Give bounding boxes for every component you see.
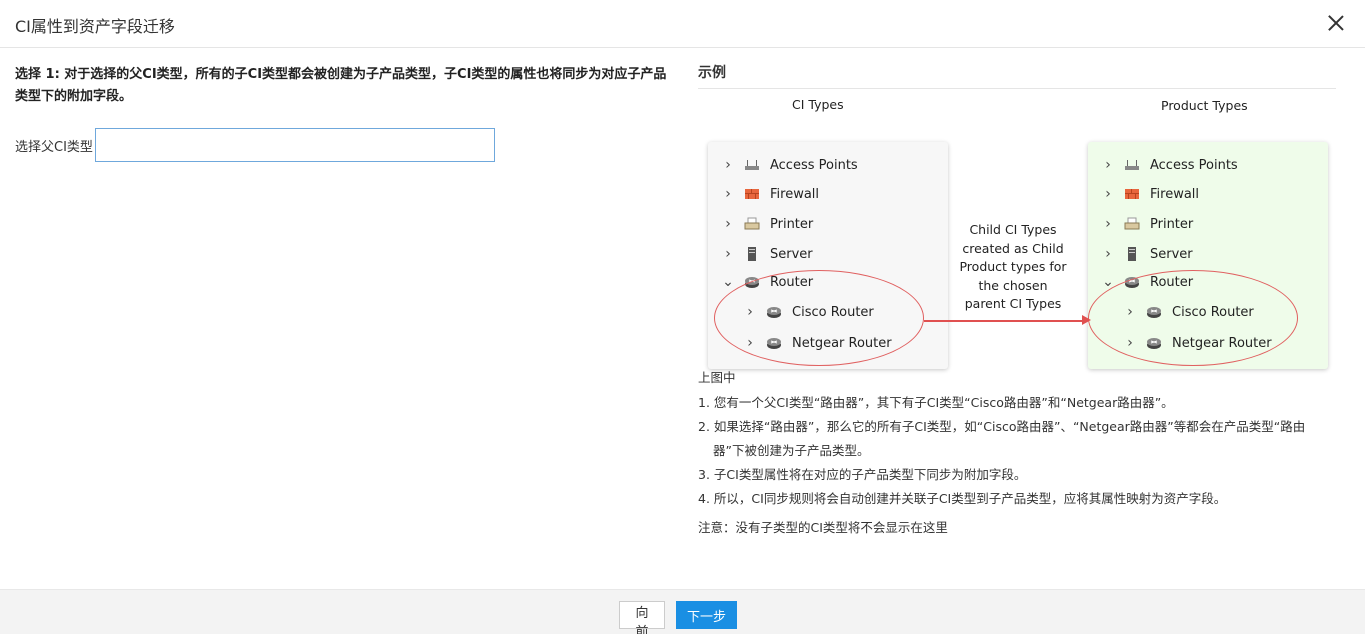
dialog-header: CI属性到资产字段迁移 [0,0,1365,48]
chevron-right-icon[interactable]: › [1102,157,1114,173]
product-tree-label: Firewall [1150,186,1200,202]
example-notes: 上图中 1. 您有一个父CI类型“路由器”，其下有子CI类型“Cisco路由器”… [698,369,1328,537]
dialog-footer: 向前 下一步 [0,589,1365,634]
example-diagram: CI Types Product Types › Access Points › Fi… [698,89,1336,374]
access-point-icon [1124,158,1140,172]
notes-item: 4. 所以，CI同步规则将会自动创建并关联子CI类型到子产品类型，应将其属性映射… [698,491,1227,506]
product-types-label: Product Types [1161,98,1248,113]
chevron-right-icon[interactable]: › [1102,216,1114,232]
mapping-caption: Child CI Types created as Child Product … [959,222,1067,311]
parent-ci-label: 选择父CI类型 [15,139,93,155]
chevron-right-icon[interactable]: › [722,246,734,262]
prev-button[interactable]: 向前 [619,601,665,634]
arrow-right-icon [1082,315,1091,325]
ci-tree-item[interactable]: › Printer [722,213,813,235]
migration-dialog: CI属性到资产字段迁移 选择 1: 对于选择的父CI类型，所有的子CI类型都会被… [0,0,1365,634]
ci-highlight-ellipse [714,270,924,366]
product-tree-label: Access Points [1150,157,1238,173]
server-icon [744,247,760,261]
chevron-right-icon[interactable]: › [1102,186,1114,202]
parent-ci-input[interactable] [95,128,495,162]
notes-heading: 上图中 [698,370,736,385]
chevron-right-icon[interactable]: › [1102,246,1114,262]
product-tree-item[interactable]: › Printer [1102,213,1193,235]
ci-types-label: CI Types [792,97,844,112]
ci-tree-item[interactable]: › Firewall [722,183,819,205]
notes-notice: 注意：没有子类型的CI类型将不会显示在这里 [698,520,948,535]
notes-item: 2. 如果选择“路由器”，那么它的所有子CI类型，如“Cisco路由器”、“Ne… [698,419,1306,458]
product-tree-label: Server [1150,246,1193,262]
chevron-down-icon[interactable]: ⌄ [722,274,734,290]
notes-item: 1. 您有一个父CI类型“路由器”，其下有子CI类型“Cisco路由器”和“Ne… [698,395,1174,410]
step-panel: 选择 1: 对于选择的父CI类型，所有的子CI类型都会被创建为子产品类型，子CI… [15,64,675,162]
example-panel: 示例 CI Types Product Types › Access Points… [698,62,1336,374]
notes-list: 1. 您有一个父CI类型“路由器”，其下有子CI类型“Cisco路由器”和“Ne… [698,391,1328,511]
next-button[interactable]: 下一步 [676,601,737,629]
product-tree-item[interactable]: › Access Points [1102,154,1238,176]
ci-tree-item[interactable]: › Server [722,243,813,265]
notes-item: 3. 子CI类型属性将在对应的子产品类型下同步为附加字段。 [698,467,1027,482]
ci-tree-label: Access Points [770,157,858,173]
chevron-right-icon[interactable]: › [722,216,734,232]
step-description: 选择 1: 对于选择的父CI类型，所有的子CI类型都会被创建为子产品类型，子CI… [15,67,667,104]
ci-tree-label: Firewall [770,186,820,202]
firewall-icon [1124,187,1140,201]
server-icon [1124,247,1140,261]
product-tree-label: Printer [1150,216,1194,232]
example-title: 示例 [698,62,1336,89]
printer-icon [1124,217,1140,231]
ci-tree-item[interactable]: › Access Points [722,154,858,176]
mapping-arrow-line [924,320,1084,322]
product-highlight-ellipse [1088,270,1298,366]
product-tree-item[interactable]: › Firewall [1102,183,1199,205]
chevron-right-icon[interactable]: › [722,157,734,173]
printer-icon [744,217,760,231]
access-point-icon [744,158,760,172]
close-icon[interactable] [1327,14,1345,32]
chevron-right-icon[interactable]: › [722,186,734,202]
ci-tree-label: Server [770,246,813,262]
dialog-title: CI属性到资产字段迁移 [15,17,175,36]
ci-tree-label: Printer [770,216,814,232]
firewall-icon [744,187,760,201]
parent-ci-field: 选择父CI类型 [15,128,675,162]
product-tree-item[interactable]: › Server [1102,243,1193,265]
